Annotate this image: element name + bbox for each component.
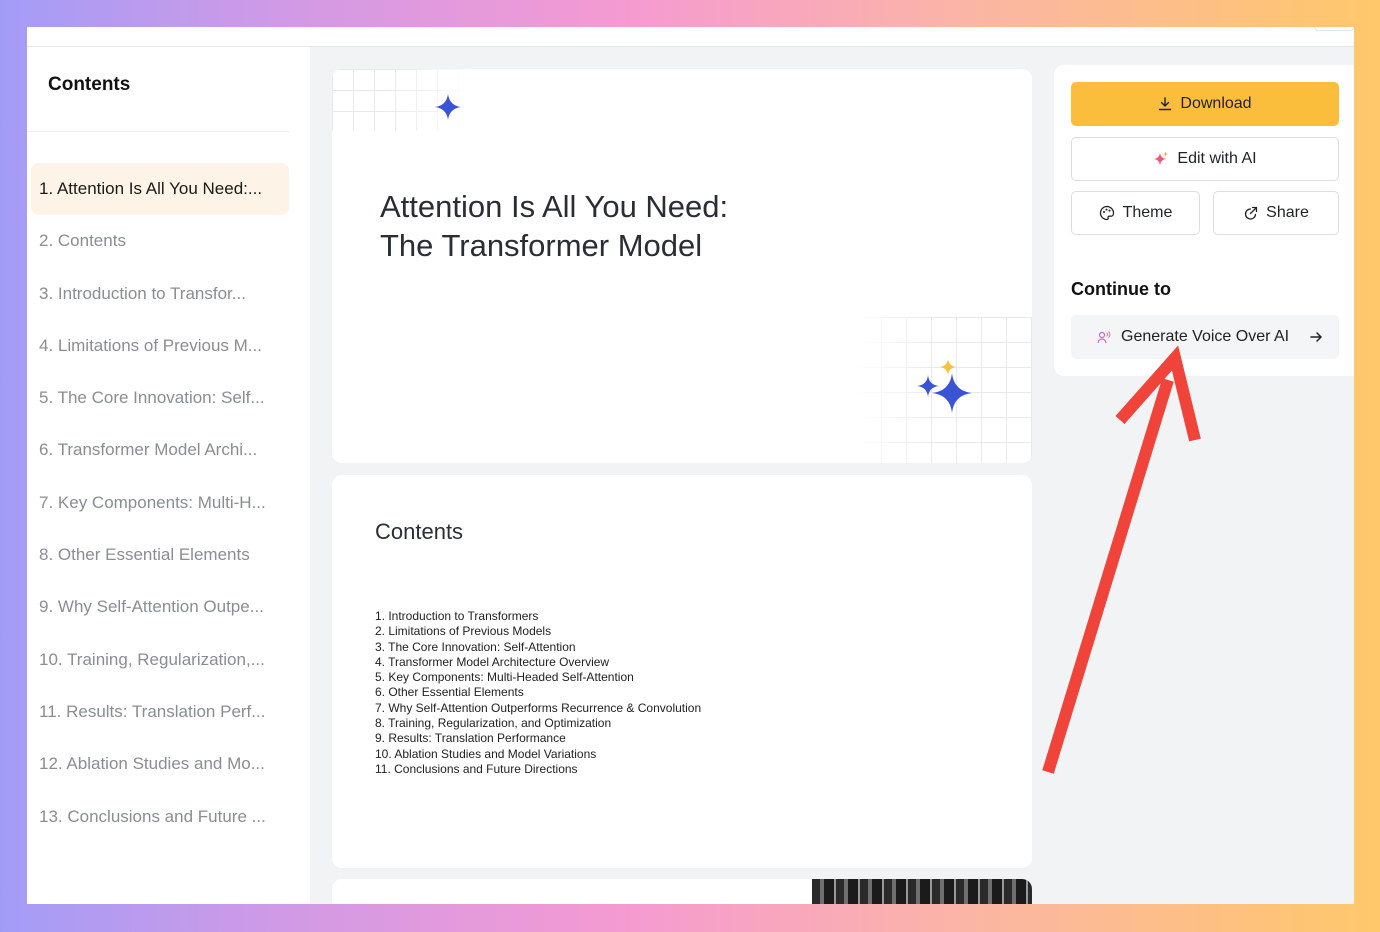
title-slide[interactable]: Attention Is All You Need: The Transform…	[332, 69, 1032, 463]
list-item: 4. Transformer Model Architecture Overvi…	[375, 654, 610, 669]
annotation-arrow	[1042, 345, 1201, 774]
list-item: 6. Other Essential Elements	[375, 685, 524, 700]
sidebar: Contents 1. Attention Is All You Need:..…	[27, 47, 310, 904]
sidebar-item-12[interactable]: 12. Ablation Studies and Mo...	[31, 738, 289, 790]
contents-slide-title: Contents	[375, 519, 464, 544]
list-item: 5. Key Components: Multi-Headed Self-Att…	[375, 670, 634, 685]
sidebar-item-2[interactable]: 2. Contents	[31, 215, 289, 267]
theme-button[interactable]: Theme	[1071, 191, 1200, 235]
share-button[interactable]: Share	[1213, 191, 1339, 235]
slide-title-line-2: The Transformer Model	[380, 228, 703, 263]
sidebar-item-6[interactable]: 6. Transformer Model Archi...	[31, 424, 289, 476]
list-item: 10. Ablation Studies and Model Variation…	[375, 746, 597, 761]
list-item: 11. Conclusions and Future Directions	[375, 761, 578, 776]
next-slide-preview[interactable]	[332, 879, 1032, 904]
list-item: 1. Introduction to Transformers	[375, 609, 539, 623]
share-label: Share	[1266, 204, 1309, 221]
edit-with-ai-button[interactable]: Edit with AI	[1071, 137, 1339, 181]
contents-slide-list: 1. Introduction to Transformers 2. Limit…	[375, 609, 701, 777]
table-of-contents: 1. Attention Is All You Need:... 2. Cont…	[31, 163, 289, 843]
download-icon	[1159, 97, 1172, 111]
palette-icon	[1099, 205, 1114, 221]
contents-slide[interactable]: Contents 1. Introduction to Transformers…	[332, 475, 1032, 868]
sidebar-title: Contents	[48, 74, 131, 95]
sidebar-item-8[interactable]: 8. Other Essential Elements	[31, 529, 289, 581]
slide-title: Attention Is All You Need: The Transform…	[380, 187, 728, 265]
download-button[interactable]: Download	[1071, 82, 1339, 126]
slide-image	[812, 879, 1032, 904]
sidebar-item-5[interactable]: 5. The Core Innovation: Self...	[31, 372, 289, 424]
continue-to-heading: Continue to	[1071, 279, 1171, 299]
slide-title-line-1: Attention Is All You Need:	[380, 189, 729, 224]
download-label: Download	[1180, 95, 1252, 112]
actions-panel: Download Edit with AI Theme Share Contin…	[1054, 65, 1354, 376]
sidebar-item-1[interactable]: 1. Attention Is All You Need:...	[31, 163, 289, 215]
list-item: 9. Results: Translation Performance	[375, 731, 566, 746]
edit-with-ai-label: Edit with AI	[1177, 150, 1257, 167]
divider	[27, 131, 289, 132]
list-item: 2. Limitations of Previous Models	[375, 624, 552, 639]
sparkle-icon	[435, 94, 461, 120]
sidebar-item-9[interactable]: 9. Why Self-Attention Outpe...	[31, 581, 289, 633]
sidebar-item-7[interactable]: 7. Key Components: Multi-H...	[31, 477, 289, 529]
sidebar-item-4[interactable]: 4. Limitations of Previous M...	[31, 320, 289, 372]
list-item: 3. The Core Innovation: Self-Attention	[375, 639, 576, 654]
ai-sparkle-icon	[1154, 152, 1168, 165]
arrow-right-icon	[1310, 332, 1322, 342]
list-item: 8. Training, Regularization, and Optimiz…	[375, 716, 612, 731]
share-icon	[1245, 206, 1258, 220]
sidebar-item-10[interactable]: 10. Training, Regularization,...	[31, 634, 289, 686]
sidebar-item-13[interactable]: 13. Conclusions and Future ...	[31, 791, 289, 843]
sidebar-item-3[interactable]: 3. Introduction to Transfor...	[31, 268, 289, 320]
theme-label: Theme	[1122, 204, 1173, 221]
list-item: 7. Why Self-Attention Outperforms Recurr…	[375, 700, 702, 715]
sparkles-icon	[917, 359, 972, 413]
top-bar-control	[1314, 27, 1354, 31]
top-bar	[27, 27, 1354, 47]
sidebar-item-11[interactable]: 11. Results: Translation Perf...	[31, 686, 289, 738]
